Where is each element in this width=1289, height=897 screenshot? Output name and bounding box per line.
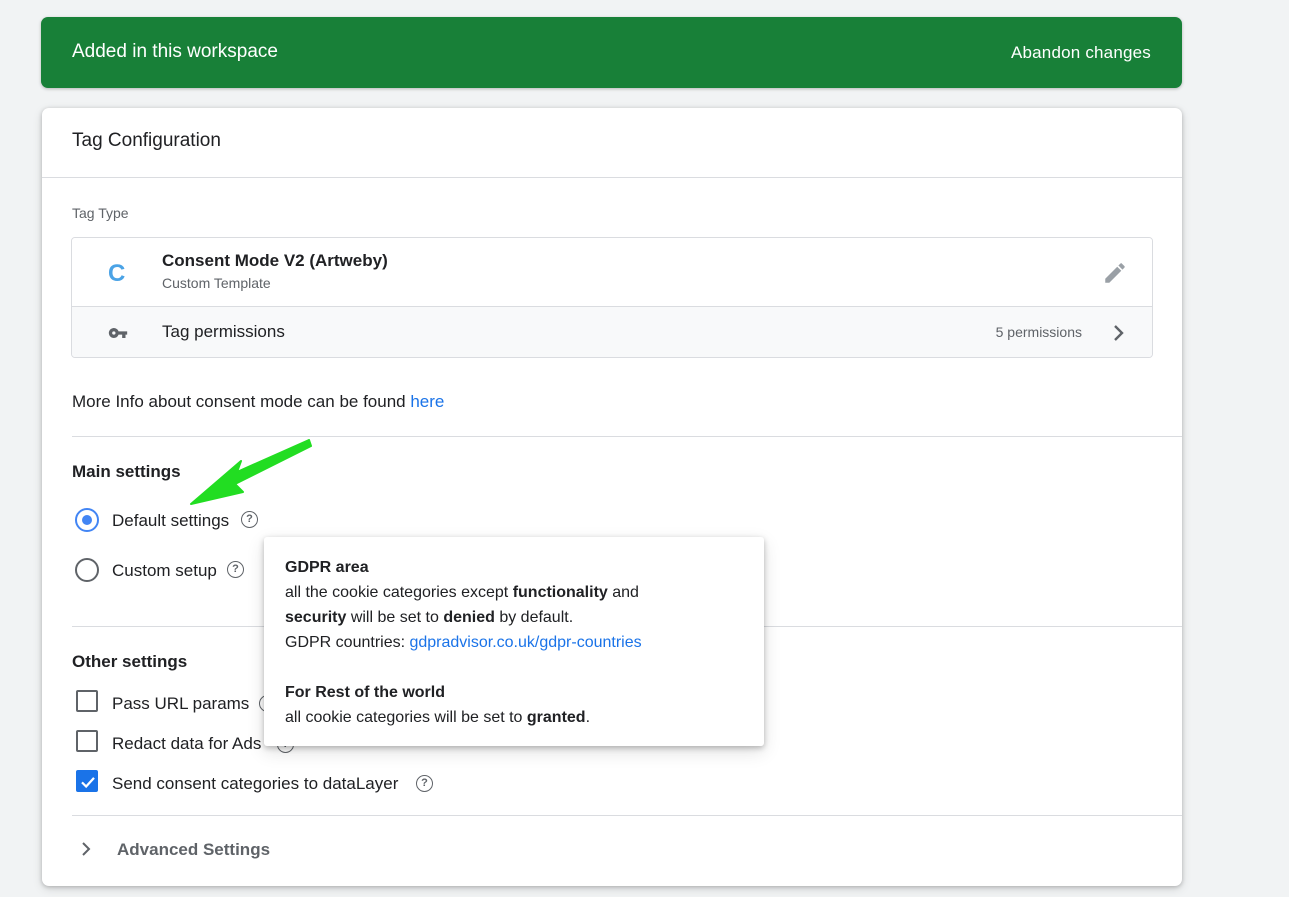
tag-type-box: C Consent Mode V2 (Artweby) Custom Templ… [71, 237, 1153, 358]
pass-url-params-checkbox[interactable] [76, 690, 98, 712]
template-name: Consent Mode V2 (Artweby) [162, 251, 388, 270]
advanced-settings-label: Advanced Settings [117, 840, 271, 859]
redact-data-checkbox[interactable] [76, 730, 98, 752]
annotation-arrow-icon [190, 439, 312, 505]
tag-type-label: Tag Type [72, 205, 129, 221]
tag-permissions-label: Tag permissions [162, 322, 285, 341]
tooltip-text: will be set to [346, 609, 444, 626]
send-consent-datalayer-checkbox[interactable] [76, 770, 98, 792]
tooltip-text: all cookie categories will be set to [285, 709, 527, 726]
checkmark-icon [81, 777, 95, 789]
gdpr-area-title: GDPR area [285, 559, 369, 576]
tooltip-text: by default. [494, 609, 574, 626]
template-subtitle: Custom Template [162, 275, 271, 291]
custom-setup-radio[interactable] [75, 558, 99, 582]
tooltip-text: all the cookie categories except [285, 584, 513, 601]
card-title: Tag Configuration [72, 130, 221, 151]
edit-pencil-icon[interactable] [1102, 260, 1128, 286]
tooltip-line: all cookie categories will be set to gra… [285, 705, 744, 730]
tag-template-row[interactable]: C Consent Mode V2 (Artweby) Custom Templ… [72, 238, 1152, 306]
tooltip-line: all the cookie categories except functio… [285, 580, 744, 605]
rest-of-world-title: For Rest of the world [285, 684, 445, 701]
key-icon [108, 328, 128, 338]
pass-url-params-label: Pass URL params [112, 694, 250, 713]
workspace-banner: Added in this workspace Abandon changes [41, 17, 1182, 88]
chevron-right-icon [82, 842, 91, 856]
divider [72, 815, 1182, 816]
gdpr-countries-link[interactable]: gdpradvisor.co.uk/gdpr-countries [409, 634, 641, 651]
info-here-link[interactable]: here [410, 392, 444, 411]
default-settings-label: Default settings [112, 511, 230, 530]
banner-title: Added in this workspace [72, 41, 278, 62]
help-icon[interactable]: ? [227, 561, 244, 578]
template-c-icon: C [108, 260, 126, 287]
tooltip-bold: denied [443, 609, 495, 626]
tooltip-bold: granted [526, 709, 586, 726]
send-consent-datalayer-label: Send consent categories to dataLayer [112, 774, 399, 793]
default-settings-radio[interactable] [75, 508, 99, 532]
tag-permissions-row[interactable]: Tag permissions 5 permissions [72, 306, 1152, 357]
tooltip-line: GDPR countries: gdpradvisor.co.uk/gdpr-c… [285, 630, 744, 655]
custom-setup-label: Custom setup [112, 561, 217, 580]
divider [42, 177, 1182, 178]
info-text: More Info about consent mode can be foun… [72, 392, 411, 411]
tooltip-bold: security [285, 609, 347, 626]
tooltip-text: . [585, 709, 591, 726]
consent-info-text: More Info about consent mode can be foun… [72, 392, 444, 412]
main-settings-heading: Main settings [72, 462, 181, 481]
chevron-right-icon [1114, 325, 1124, 341]
redact-data-label: Redact data for Ads [112, 734, 262, 753]
permissions-count: 5 permissions [995, 324, 1082, 340]
tooltip-text: GDPR countries: [285, 634, 410, 651]
help-icon[interactable]: ? [416, 775, 433, 792]
tooltip-text: and [607, 584, 639, 601]
default-settings-tooltip: GDPR area all the cookie categories exce… [264, 537, 764, 746]
advanced-settings-toggle[interactable]: Advanced Settings [72, 835, 332, 865]
tooltip-bold: functionality [512, 584, 608, 601]
other-settings-heading: Other settings [72, 652, 188, 671]
abandon-changes-button[interactable]: Abandon changes [1011, 43, 1151, 63]
tooltip-line: security will be set to denied by defaul… [285, 605, 744, 630]
